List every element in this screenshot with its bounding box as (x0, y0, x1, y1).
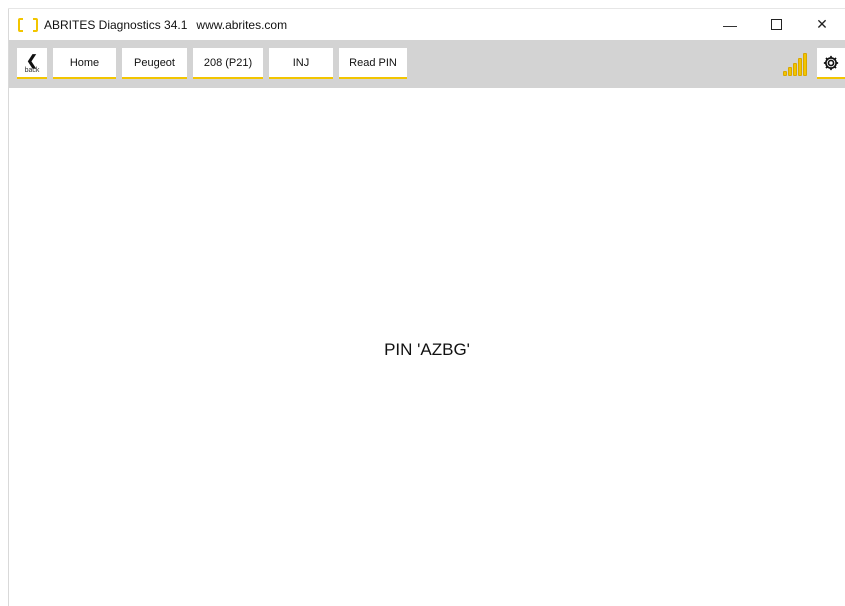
window-url: www.abrites.com (196, 17, 288, 32)
gear-icon (823, 55, 839, 70)
toolbar: ❮ back Home Peugeot 208 (P21) INJ Read P… (9, 40, 845, 88)
signal-strength-icon (783, 53, 809, 76)
breadcrumb-home[interactable]: Home (53, 48, 116, 79)
breadcrumb-label: Home (69, 56, 100, 69)
breadcrumb-label: 208 (P21) (203, 56, 253, 69)
breadcrumb-label: INJ (292, 56, 310, 69)
signal-bar (798, 58, 802, 76)
pin-result-message: PIN 'AZBG' (384, 340, 470, 359)
breadcrumb-peugeot[interactable]: Peugeot (122, 48, 187, 79)
breadcrumb-read-pin[interactable]: Read PIN (339, 48, 407, 79)
close-icon: ✕ (816, 16, 828, 32)
chevron-left-icon: ❮ (26, 51, 38, 68)
settings-button[interactable] (817, 48, 845, 79)
window-controls: — ✕ (707, 9, 845, 40)
title-bar: ABRITES Diagnostics 34.1 www.abrites.com… (9, 9, 845, 40)
maximize-button[interactable] (753, 9, 799, 40)
breadcrumb-inj[interactable]: INJ (269, 48, 333, 79)
window-border-left (8, 8, 9, 606)
breadcrumb-label: Peugeot (134, 56, 175, 69)
back-label: back (24, 66, 40, 74)
window-title: ABRITES Diagnostics 34.1 (44, 17, 188, 32)
close-button[interactable]: ✕ (799, 9, 845, 40)
signal-bar (783, 71, 787, 76)
signal-bar (803, 53, 807, 76)
maximize-icon (770, 19, 782, 30)
back-button[interactable]: ❮ back (17, 48, 47, 79)
signal-bar (793, 63, 797, 76)
signal-bar (788, 67, 792, 76)
breadcrumb-model[interactable]: 208 (P21) (193, 48, 263, 79)
abrites-logo-icon (18, 16, 38, 33)
minimize-button[interactable]: — (707, 9, 753, 40)
breadcrumb-label: Read PIN (349, 56, 397, 69)
minimize-icon: — (723, 16, 737, 33)
